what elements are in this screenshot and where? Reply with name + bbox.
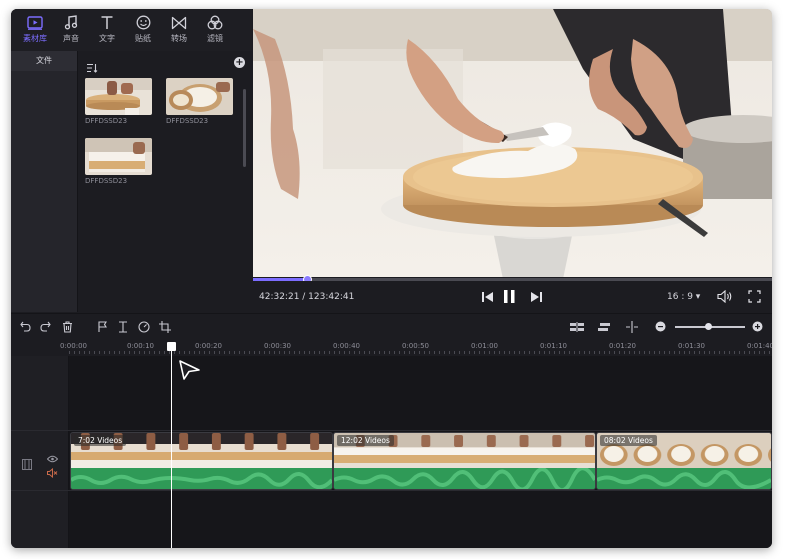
- ruler-tick: 0:01:00: [471, 342, 498, 350]
- align-icon[interactable]: [597, 322, 611, 332]
- timeline-toolbar: [11, 313, 772, 339]
- snap-icon[interactable]: [625, 321, 639, 333]
- split-icon[interactable]: [118, 321, 128, 333]
- delete-icon[interactable]: [62, 321, 73, 333]
- previous-frame-icon[interactable]: [482, 292, 494, 302]
- media-library-icon: [27, 14, 43, 31]
- ruler-tick: 0:00:20: [195, 342, 222, 350]
- video-clip[interactable]: 08:02 Videos: [596, 432, 772, 490]
- media-scrollbar[interactable]: [243, 89, 246, 167]
- zoom-out-icon[interactable]: [655, 321, 666, 332]
- video-clip[interactable]: 12:02 Videos: [333, 432, 596, 490]
- speed-icon[interactable]: [138, 321, 150, 333]
- track-header-empty: [11, 356, 69, 431]
- sort-icon[interactable]: [86, 58, 98, 77]
- ruler-tick: 0:01:40: [747, 342, 772, 350]
- undo-icon[interactable]: [20, 321, 31, 332]
- tab-filter[interactable]: 滤镜: [197, 9, 233, 49]
- aspect-ratio-select[interactable]: 16 : 9 ▾: [667, 292, 700, 302]
- video-editor-window: 素材库 声音 文字 贴纸 转场 滤镜 文件 + DFFDSSD23 DFFDSS…: [11, 9, 772, 548]
- track-empty-2[interactable]: [69, 491, 772, 548]
- media-thumbnail[interactable]: [85, 138, 152, 175]
- timecode: 42:32:21 / 123:42:41: [259, 292, 355, 302]
- sidebar-item-file[interactable]: 文件: [11, 51, 77, 71]
- media-grid: + DFFDSSD23 DFFDSSD23 DFFDSSD23: [77, 51, 252, 312]
- tab-transition[interactable]: 转场: [161, 9, 197, 49]
- ruler-tick: 0:00:00: [60, 342, 87, 350]
- mouse-cursor-icon: [179, 360, 200, 380]
- redo-icon[interactable]: [40, 321, 51, 332]
- video-preview[interactable]: [253, 9, 772, 277]
- text-icon: [100, 14, 114, 31]
- tab-label: 素材库: [23, 34, 47, 43]
- media-label: DFFDSSD23: [85, 117, 128, 125]
- playhead[interactable]: [171, 345, 172, 548]
- crop-icon[interactable]: [159, 321, 171, 333]
- clip-duration-tag: 08:02 Videos: [600, 435, 657, 446]
- fullscreen-icon[interactable]: [748, 290, 761, 303]
- film-strip-icon[interactable]: [22, 455, 32, 474]
- track-empty[interactable]: [69, 356, 772, 431]
- filter-icon: [207, 14, 223, 31]
- ruler-tick: 0:00:50: [402, 342, 429, 350]
- media-label: DFFDSSD23: [166, 117, 209, 125]
- playhead-handle[interactable]: [167, 342, 176, 351]
- tab-label: 转场: [171, 34, 187, 43]
- tab-sticker[interactable]: 贴纸: [125, 9, 161, 49]
- flag-marker-icon[interactable]: [97, 321, 108, 333]
- next-frame-icon[interactable]: [530, 292, 542, 302]
- music-note-icon: [64, 14, 78, 31]
- tab-label: 滤镜: [207, 34, 223, 43]
- ruler-tick: 0:01:10: [540, 342, 567, 350]
- media-label: DFFDSSD23: [85, 177, 128, 185]
- split-clip-icon[interactable]: [569, 322, 585, 332]
- zoom-slider-knob[interactable]: [705, 323, 712, 330]
- ruler-tick: 0:00:10: [127, 342, 154, 350]
- ruler-tick: 0:01:20: [609, 342, 636, 350]
- add-media-icon[interactable]: +: [234, 57, 245, 68]
- tab-media-library[interactable]: 素材库: [17, 9, 53, 49]
- clip-duration-tag: 7:02 Videos: [74, 435, 127, 446]
- tab-label: 贴纸: [135, 34, 151, 43]
- ruler-tick: 0:00:40: [333, 342, 360, 350]
- zoom-in-icon[interactable]: [752, 321, 763, 332]
- sticker-icon: [136, 14, 151, 31]
- tab-label: 声音: [63, 34, 79, 43]
- tab-audio[interactable]: 声音: [53, 9, 89, 49]
- tab-text[interactable]: 文字: [89, 9, 125, 49]
- track-header-empty-2: [11, 491, 69, 548]
- tab-label: 文字: [99, 34, 115, 43]
- media-thumbnail[interactable]: [85, 78, 152, 115]
- timeline-ruler[interactable]: 0:00:00 0:00:10 0:00:20 0:00:30 0:00:40 …: [11, 339, 772, 356]
- ruler-tick: 0:00:30: [264, 342, 291, 350]
- audio-waveform: [71, 468, 332, 489]
- media-thumbnail[interactable]: [166, 78, 233, 115]
- volume-icon[interactable]: [717, 290, 733, 303]
- player-controls: 42:32:21 / 123:42:41 16 : 9 ▾: [253, 281, 772, 313]
- track-header-video: [11, 431, 69, 491]
- clip-duration-tag: 12:02 Videos: [337, 435, 394, 446]
- video-clip[interactable]: 7:02 Videos: [70, 432, 333, 490]
- sidebar: 文件: [11, 51, 77, 312]
- mute-icon[interactable]: [47, 463, 58, 482]
- media-panel: 素材库 声音 文字 贴纸 转场 滤镜 文件 + DFFDSSD23 DFFDSS…: [11, 9, 252, 312]
- ruler-tick: 0:01:30: [678, 342, 705, 350]
- category-bar: 素材库 声音 文字 贴纸 转场 滤镜: [11, 9, 252, 49]
- audio-waveform: [334, 468, 595, 489]
- audio-waveform: [597, 468, 771, 489]
- transition-icon: [171, 14, 187, 31]
- pause-icon[interactable]: [504, 290, 515, 303]
- ruler-ticks: [69, 351, 772, 354]
